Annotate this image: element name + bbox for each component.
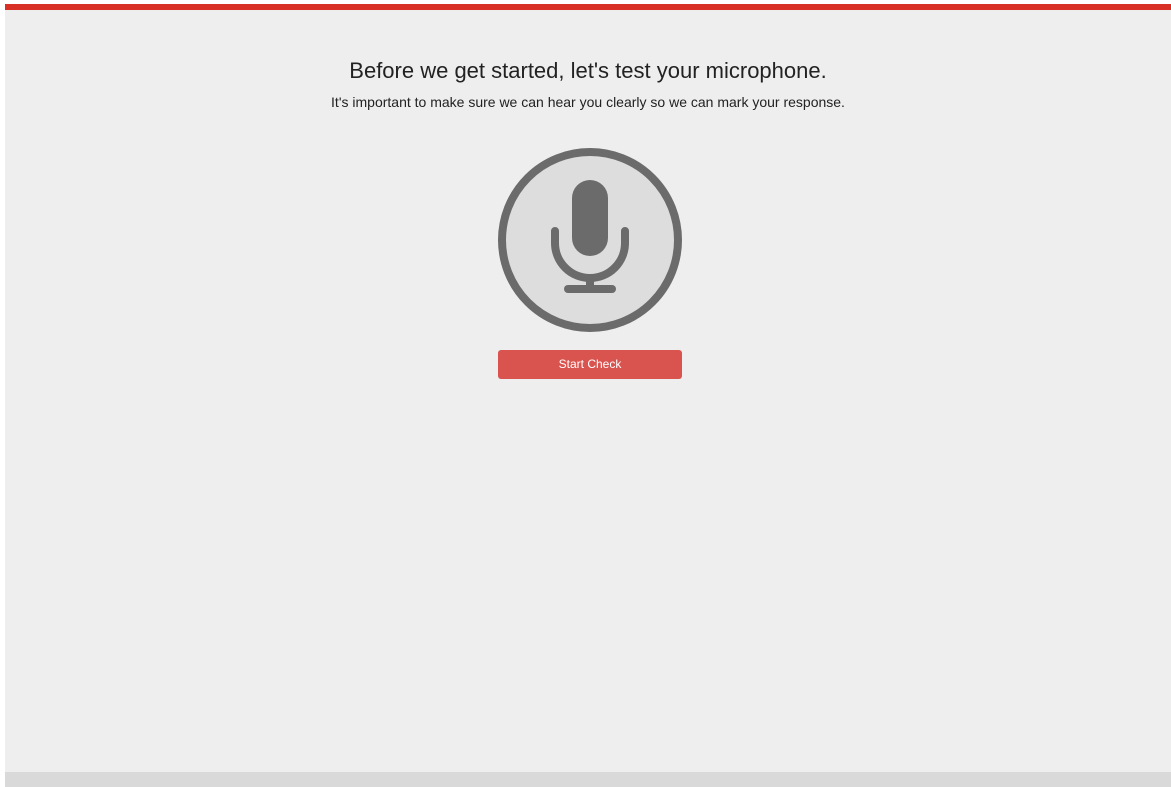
page-title: Before we get started, let's test your m… xyxy=(349,58,827,83)
bottom-bar xyxy=(5,772,1171,787)
microphone-icon-graphic xyxy=(498,148,682,332)
microphone-check-page: Before we get started, let's test your m… xyxy=(5,4,1171,787)
page-subtitle: It's important to make sure we can hear … xyxy=(331,94,845,110)
microphone-icon xyxy=(497,147,683,333)
start-check-button[interactable]: Start Check xyxy=(498,350,682,379)
top-accent-bar xyxy=(5,4,1171,10)
